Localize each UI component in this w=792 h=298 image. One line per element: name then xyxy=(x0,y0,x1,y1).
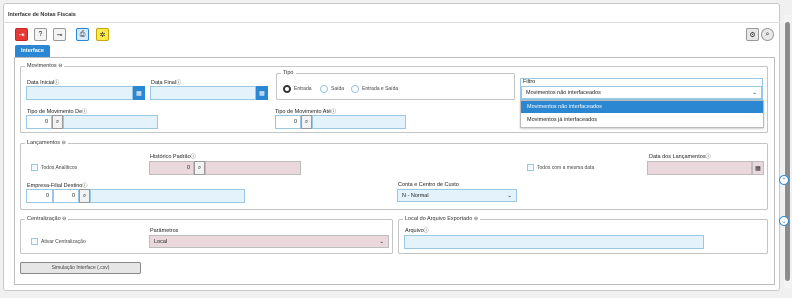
scroll-down-icon[interactable]: ⌄ xyxy=(779,216,789,226)
info-icon: ⓘ xyxy=(423,228,429,234)
empresa-desc xyxy=(90,189,245,203)
search-icon[interactable]: ⌕ xyxy=(301,115,312,129)
empresa-input[interactable]: 0 xyxy=(26,189,53,203)
parametros-select[interactable]: Local ⌄ xyxy=(149,235,389,248)
key-button[interactable]: ⊸ xyxy=(53,28,66,41)
conta-select[interactable]: N - Normal ⌄ xyxy=(397,189,517,202)
settings-icon: ✲ xyxy=(99,31,106,39)
print-button[interactable]: ⎙ xyxy=(76,28,89,41)
radio-saida[interactable] xyxy=(320,85,328,93)
tipo-fieldset: Tipo xyxy=(276,70,515,100)
search-icon[interactable]: ⌕ xyxy=(194,161,205,175)
scrollbar-thumb[interactable] xyxy=(785,22,790,281)
dropdown-option[interactable]: Movimentos não interfaceados xyxy=(521,101,763,113)
help-icon: ? xyxy=(38,31,43,38)
calendar-icon[interactable]: ▦ xyxy=(256,86,268,100)
radio-entrada-label: Entrada xyxy=(294,86,312,92)
radio-entrada[interactable] xyxy=(283,85,291,93)
tipo-mov-de-desc xyxy=(63,115,158,129)
ativar-centralizacao-label: Ativar Centralização xyxy=(41,239,86,245)
collapse-icon[interactable]: ⊖ xyxy=(62,216,66,222)
parametros-label: Parâmetros xyxy=(150,228,179,234)
data-inicial-input[interactable] xyxy=(26,86,133,100)
historico-desc xyxy=(205,161,301,175)
exit-icon: ⇥ xyxy=(18,31,25,39)
chevron-down-icon: ⌄ xyxy=(752,89,757,96)
todos-mesma-data-label: Todos com a mesma data xyxy=(537,165,595,171)
todos-mesma-data-checkbox[interactable] xyxy=(527,164,534,171)
simulacao-button[interactable]: Simulação Interface (.csv) xyxy=(20,262,141,274)
radio-saida-label: Saída xyxy=(331,86,345,92)
search-icon[interactable]: ⌕ xyxy=(79,189,90,203)
data-lanc-label: Data dos Lançamentosⓘ xyxy=(649,154,711,160)
tipo-mov-ate-label: Tipo de Movimento Atéⓘ xyxy=(275,109,337,115)
chevron-down-icon: ⌄ xyxy=(379,238,384,245)
empresa-label: Empresa-Filial Destinoⓘ xyxy=(27,183,88,189)
filtro-label: Filtro xyxy=(523,79,536,85)
help-button[interactable]: ? xyxy=(34,28,47,41)
arquivo-label: Arquivoⓘ xyxy=(405,228,429,234)
scroll-up-icon[interactable]: ⌃ xyxy=(779,175,789,185)
search-button[interactable]: ⌕ xyxy=(761,28,774,41)
collapse-icon[interactable]: ⊖ xyxy=(58,63,62,69)
tipo-legend: Tipo xyxy=(283,70,294,76)
historico-input[interactable]: 0 xyxy=(149,161,194,175)
print-icon: ⎙ xyxy=(79,30,86,38)
tipo-mov-de-input[interactable]: 0 xyxy=(26,115,52,129)
collapse-icon[interactable]: ⊖ xyxy=(62,140,66,146)
key-icon: ⊸ xyxy=(56,31,63,39)
data-final-label: Data Finalⓘ xyxy=(151,80,182,86)
centralizacao-legend: Centralização xyxy=(27,216,61,222)
data-inicial-label: Data Inicialⓘ xyxy=(27,80,60,86)
data-final-input[interactable] xyxy=(150,86,256,100)
movimentos-legend: Movimentos xyxy=(27,63,57,69)
settings-button[interactable]: ✲ xyxy=(96,28,109,41)
collapse-icon[interactable]: ⊖ xyxy=(474,216,478,222)
search-icon: ⌕ xyxy=(765,30,770,38)
radio-entrada-saida[interactable] xyxy=(351,85,359,93)
search-icon[interactable]: ⌕ xyxy=(52,115,63,129)
dropdown-option[interactable]: Movimentos já interfaceados xyxy=(521,114,763,126)
tipo-mov-ate-input[interactable]: 0 xyxy=(275,115,301,129)
historico-label: Histórico Padrãoⓘ xyxy=(150,154,196,160)
tab-interface[interactable]: Interface xyxy=(15,45,50,57)
info-icon: ⓘ xyxy=(705,154,711,160)
chevron-down-icon: ⌄ xyxy=(507,192,512,199)
window-title: Interface de Notas Fiscais xyxy=(8,12,76,18)
config-button[interactable]: ⚙ xyxy=(746,28,759,41)
todos-analiticos-checkbox[interactable] xyxy=(31,164,38,171)
filtro-select[interactable]: Movimentos não interfaceados ⌄ xyxy=(521,86,762,99)
conta-label: Conta e Centro de Custo xyxy=(398,182,459,188)
arquivo-input[interactable] xyxy=(404,235,704,249)
calendar-icon[interactable]: ▦ xyxy=(133,86,145,100)
filial-input[interactable]: 0 xyxy=(53,189,79,203)
gear-icon: ⚙ xyxy=(749,31,756,39)
tipo-mov-ate-desc xyxy=(312,115,406,129)
calendar-icon[interactable]: ▦ xyxy=(752,161,764,175)
title-divider xyxy=(3,22,780,23)
tipo-mov-de-label: Tipo de Movimento Deⓘ xyxy=(27,109,88,115)
ativar-centralizacao-checkbox[interactable] xyxy=(31,238,38,245)
arquivo-legend: Local do Arquivo Exportado xyxy=(405,216,473,222)
radio-entrada-saida-label: Entrada e Saída xyxy=(362,86,399,92)
lancamentos-legend: Lançamentos xyxy=(27,140,61,146)
todos-analiticos-label: Todos Analíticos xyxy=(41,165,78,171)
data-lanc-input[interactable] xyxy=(647,161,752,175)
info-icon: ⓘ xyxy=(190,154,196,160)
exit-button[interactable]: ⇥ xyxy=(15,28,28,41)
